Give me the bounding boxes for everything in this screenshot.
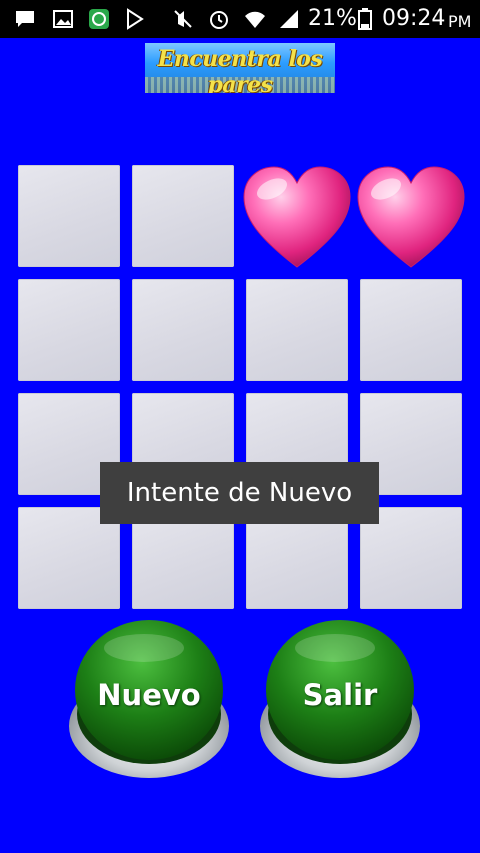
android-app-icon bbox=[89, 9, 109, 29]
logo-title: Encuentra los pares bbox=[157, 46, 323, 93]
mute-icon bbox=[174, 10, 192, 28]
heart-card[interactable] bbox=[354, 163, 468, 273]
game-logo: Encuentra los pares bbox=[145, 43, 335, 93]
card-tile[interactable] bbox=[132, 165, 234, 267]
heart-card[interactable] bbox=[240, 163, 354, 273]
chat-icon bbox=[16, 11, 34, 27]
exit-label: Salir bbox=[302, 678, 378, 712]
play-store-icon bbox=[127, 8, 144, 30]
new-game-button[interactable]: Nuevo bbox=[66, 618, 232, 782]
status-bar: 21% 09:24 PM bbox=[0, 0, 480, 38]
card-tile[interactable] bbox=[18, 279, 120, 381]
new-game-label: Nuevo bbox=[97, 678, 201, 712]
wifi-icon bbox=[245, 11, 265, 28]
alarm-icon bbox=[210, 11, 228, 29]
card-tile[interactable] bbox=[132, 279, 234, 381]
exit-button[interactable]: Salir bbox=[257, 618, 423, 782]
clock-time: 09:24 bbox=[382, 6, 446, 31]
battery-percent: 21% bbox=[308, 6, 357, 31]
clock-ampm: PM bbox=[448, 12, 472, 31]
signal-icon bbox=[280, 10, 298, 28]
card-tile[interactable] bbox=[246, 279, 348, 381]
card-tile[interactable] bbox=[18, 165, 120, 267]
card-tile[interactable] bbox=[360, 279, 462, 381]
battery-icon bbox=[358, 8, 372, 30]
image-icon bbox=[53, 10, 73, 28]
toast-message: Intente de Nuevo bbox=[100, 462, 379, 524]
